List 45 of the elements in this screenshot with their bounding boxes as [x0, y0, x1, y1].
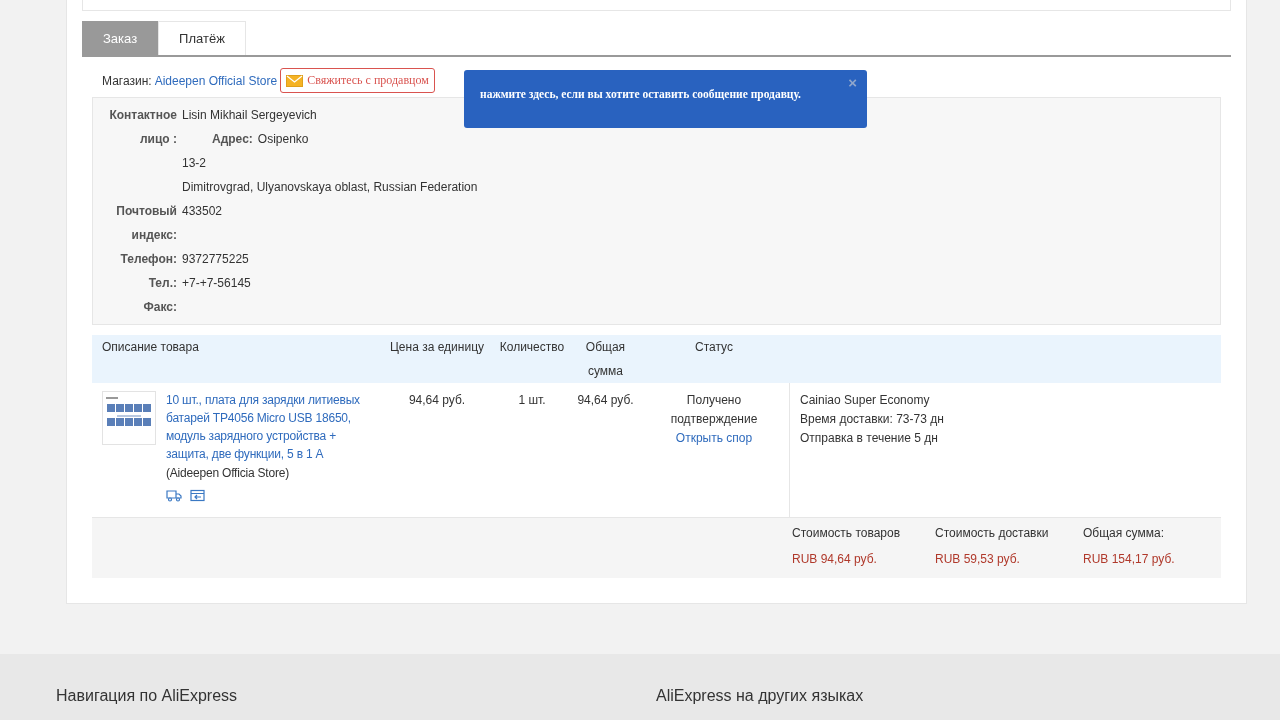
truck-icon [166, 489, 182, 502]
column-header: Описание товара [101, 339, 200, 356]
store-label: Магазин: [102, 73, 152, 88]
column-header: Цена за единицу [389, 339, 485, 356]
field-value: Osipenko [257, 131, 309, 148]
tooltip-text: нажмите здесь, если вы хотите оставить сообщение продавцу. [480, 88, 801, 100]
summary-price: RUB 94,64 руб. [792, 552, 878, 566]
field-value: 433502 [182, 203, 224, 220]
store-link[interactable]: Aideepen Official Store [154, 73, 278, 88]
footer-heading: Навигация по AliExpress [56, 687, 239, 706]
summary-price: RUB 154,17 руб. [1083, 552, 1176, 566]
field-label: Почтовый индекс: [115, 203, 177, 244]
field-value: 13-2 [182, 155, 208, 172]
field-value: Lisin Mikhail Sergeyevich [182, 107, 318, 124]
shipping-info: Отправка в течение 5 дн [800, 430, 939, 447]
shipping-info: Cainiao Super Economy [800, 392, 931, 409]
field-label: Контактное лицо : [108, 107, 177, 148]
product-store: (Aideepen Officia Store) [166, 465, 291, 482]
shipping-info: Время доставки: 73-73 дн [800, 411, 945, 428]
summary-label: Общая сумма: [1083, 526, 1165, 540]
summary-label: Стоимость доставки [935, 526, 1050, 540]
table-cell-text: 94,64 руб. [407, 392, 467, 409]
product-link[interactable]: 10 шт., плата для зарядки литиевых батарей TP4056 Micro USB 18650, модуль зарядного устройства + защита, две функции, 5 в 1 A [166, 391, 372, 463]
field-label: Телефон: [119, 251, 177, 268]
dispute-link[interactable]: Открыть спор [675, 429, 753, 448]
envelope-icon [286, 74, 304, 87]
table-cell-text: 94,64 руб. [576, 392, 635, 409]
tab[interactable]: Платёж [158, 21, 246, 55]
footer-heading: AliExpress на других языках [656, 687, 865, 706]
tab[interactable]: Заказ [82, 21, 159, 55]
status-text: Получено подтверждение [669, 392, 759, 428]
contact-seller-button[interactable]: Свяжитесь с продавцом [280, 68, 435, 93]
field-value: +7-+7-56145 [182, 275, 252, 292]
table-cell-text: 1 шт. [517, 392, 547, 409]
field-label: Адрес: [212, 131, 253, 148]
column-header: Общая сумма [584, 339, 627, 380]
column-header: Количество [498, 339, 566, 356]
column-header: Статус [694, 339, 734, 356]
summary-label: Стоимость товаров [792, 526, 902, 540]
field-label: Тел.: [147, 275, 177, 292]
summary-price: RUB 59,53 руб. [935, 552, 1021, 566]
field-label: Факс: [142, 299, 177, 316]
field-value: 9372775225 [182, 251, 250, 268]
field-value: Dimitrovgrad, Ulyanovskaya oblast, Russian Federation [182, 179, 479, 196]
arrow-box-icon [190, 489, 205, 502]
